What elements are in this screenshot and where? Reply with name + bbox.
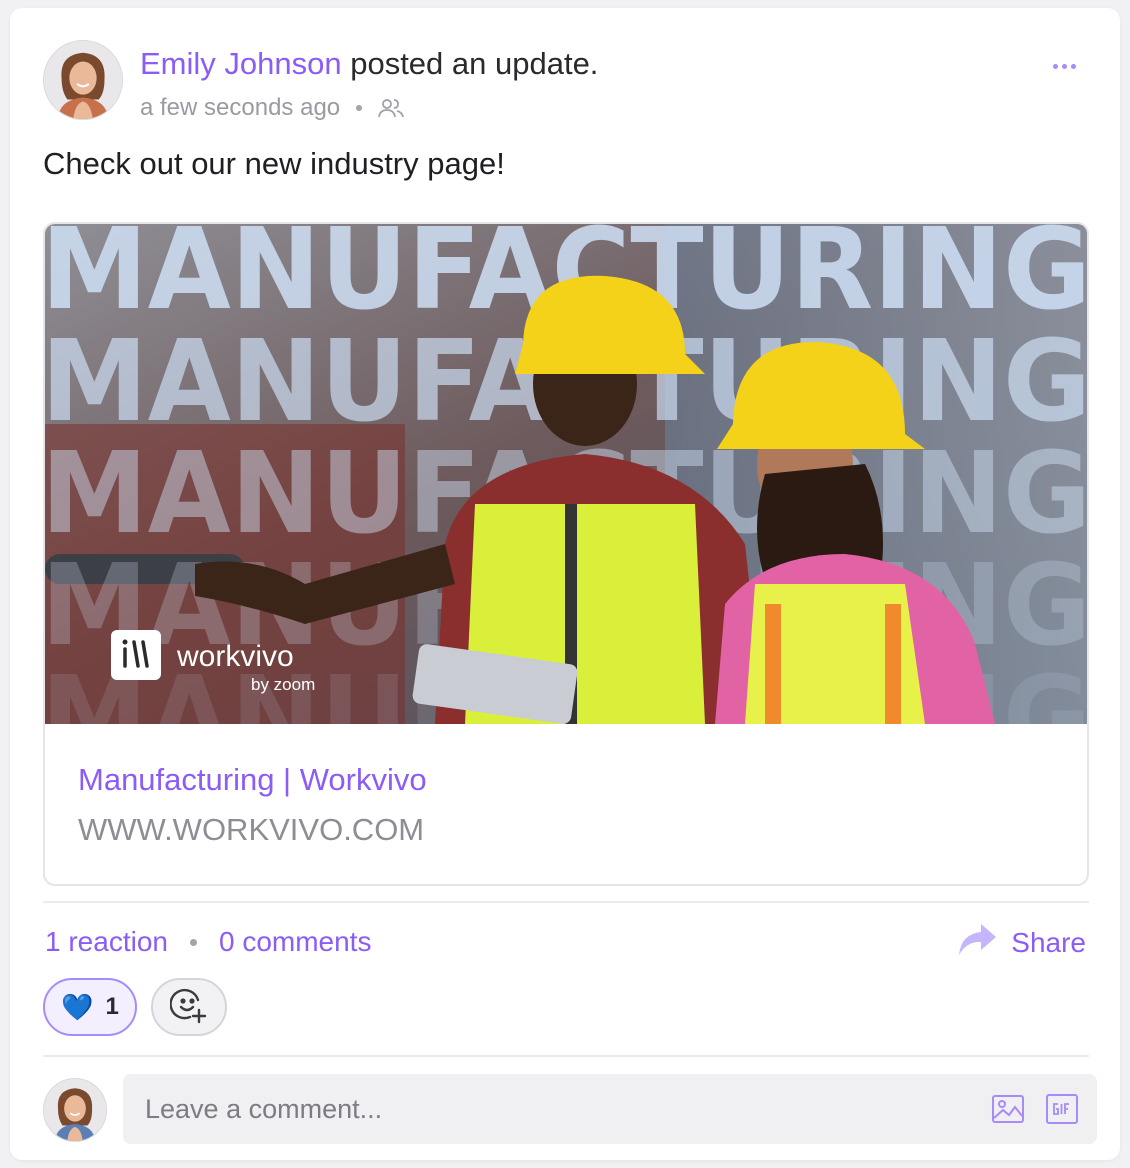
reactions-count-link[interactable]: 1 reaction <box>45 926 168 958</box>
gif-icon[interactable] <box>1045 1092 1079 1126</box>
author-avatar[interactable] <box>43 40 123 120</box>
more-options-button[interactable] <box>1046 54 1082 78</box>
post-action: posted an update. <box>341 46 599 81</box>
reaction-count: 1 <box>105 993 119 1020</box>
post-body: Check out our new industry page! <box>43 146 505 181</box>
comment-box <box>123 1074 1097 1144</box>
post-meta: a few seconds ago <box>140 94 405 122</box>
separator-dot <box>189 938 197 946</box>
post-card: Emily Johnson posted an update. a few se… <box>10 8 1120 1160</box>
current-user-avatar[interactable] <box>43 1078 107 1142</box>
add-reaction-button[interactable] <box>151 978 227 1036</box>
more-dot <box>1061 63 1067 69</box>
share-label: Share <box>1011 926 1086 958</box>
blue-heart-icon: 💙 <box>61 992 94 1022</box>
more-dot <box>1052 63 1058 69</box>
image-upload-icon[interactable] <box>991 1092 1025 1126</box>
share-button[interactable]: Share <box>957 922 1086 963</box>
link-preview-image: MANUFACTURING MANUFACTURING MANUFACTURIN… <box>45 224 1087 724</box>
divider <box>43 901 1089 903</box>
link-title[interactable]: Manufacturing | Workvivo <box>78 762 427 798</box>
comment-input[interactable] <box>123 1074 963 1144</box>
brand-name: workvivo <box>176 640 294 673</box>
post-stats: 1 reaction 0 comments <box>45 926 371 958</box>
post-header: Emily Johnson posted an update. <box>140 46 598 82</box>
add-emoji-icon <box>169 986 208 1029</box>
audience-icon[interactable] <box>378 97 405 119</box>
brand-sub: by zoom <box>251 675 315 694</box>
author-name[interactable]: Emily Johnson <box>140 46 342 81</box>
divider <box>43 1055 1089 1057</box>
link-domain: WWW.WORKVIVO.COM <box>78 812 425 847</box>
post-time: a few seconds ago <box>140 94 341 121</box>
comments-count-link[interactable]: 0 comments <box>219 926 372 958</box>
link-preview-card[interactable]: MANUFACTURING MANUFACTURING MANUFACTURIN… <box>43 222 1089 886</box>
more-dot <box>1070 63 1076 69</box>
separator-dot <box>356 105 363 111</box>
share-icon <box>957 922 997 963</box>
heart-reaction-button[interactable]: 💙 1 <box>43 978 137 1036</box>
